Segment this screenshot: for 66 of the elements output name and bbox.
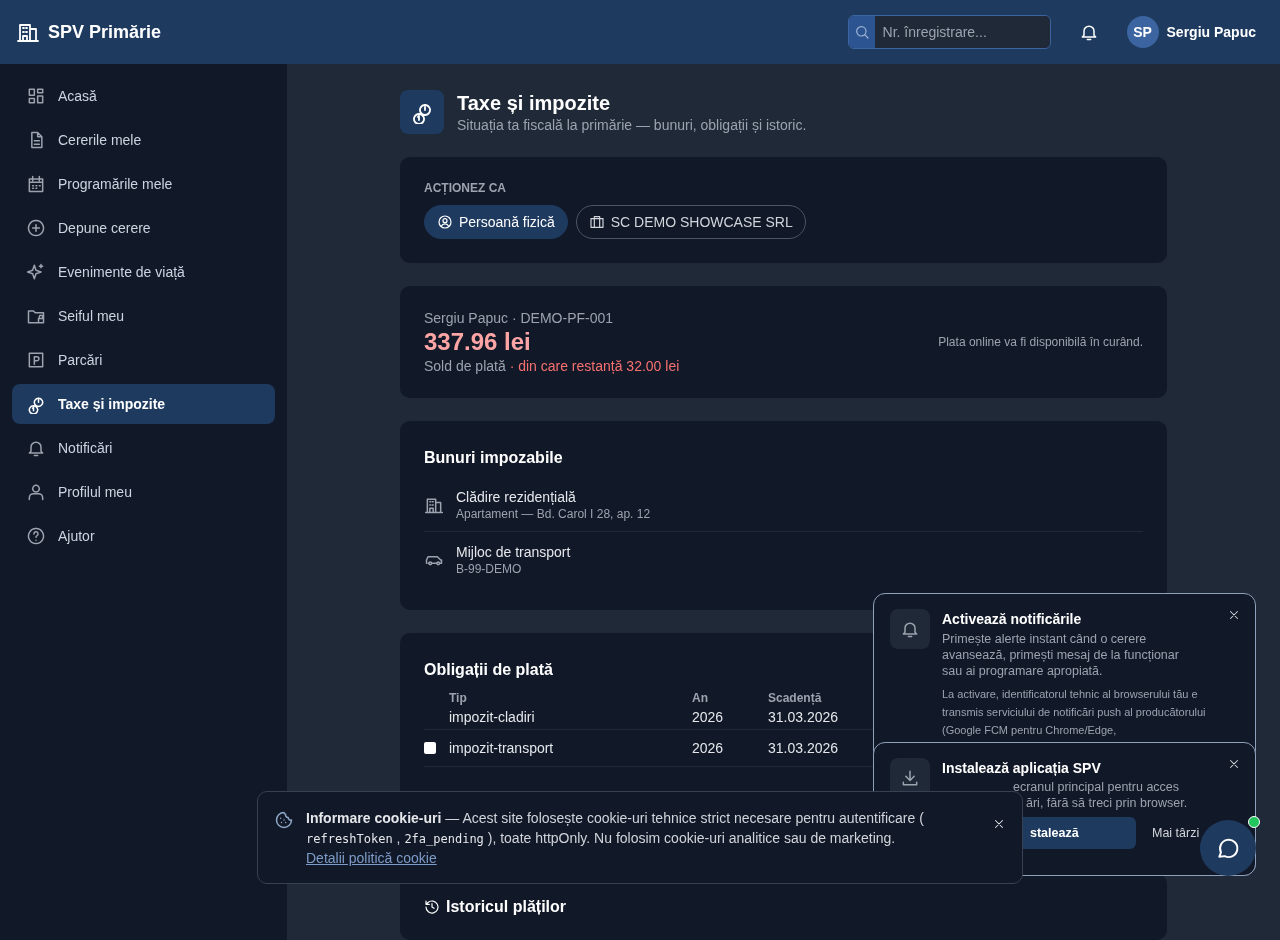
table-cell-text: 2026 xyxy=(692,740,725,756)
calendar-icon xyxy=(26,174,46,194)
cookie-policy-link[interactable]: Detalii politică cookie xyxy=(306,850,437,866)
column-header: Scadență xyxy=(768,691,823,705)
cookie-icon xyxy=(274,810,294,830)
download-icon xyxy=(900,768,920,788)
grid-icon xyxy=(26,86,46,106)
close-icon[interactable] xyxy=(1227,608,1241,622)
balance-caption: Sold de plată · din care restanță 32.00 lei xyxy=(424,358,680,374)
asset-name: Mijloc de transport xyxy=(456,544,571,560)
account-holder: Sergiu Papuc · DEMO-PF-001 xyxy=(424,310,615,326)
column-header: Tip xyxy=(449,691,468,705)
table-cell-text: 2026 xyxy=(692,709,725,725)
section-title: Bunuri impozabile xyxy=(424,449,563,467)
balance-amount: 337.96 lei xyxy=(424,328,532,356)
asset-detail: Apartament — Bd. Carol I 28, ap. 12 xyxy=(456,507,651,521)
close-icon[interactable] xyxy=(1227,757,1241,771)
table-cell-text: 31.03.2026 xyxy=(768,740,840,756)
section-title: Istoricul plăților xyxy=(446,898,566,916)
building-icon xyxy=(424,495,444,515)
table-cell-text: 31.03.2026 xyxy=(768,709,840,725)
prompt-text: ecranul principal pentru acces xyxy=(1012,779,1181,795)
payment-note: Plata online va fi disponibilă în curând. xyxy=(938,335,1143,349)
sidebar-item[interactable]: Seiful meu xyxy=(12,296,275,336)
prompt-text: ări, fără să treci prin browser. xyxy=(1025,795,1189,811)
search-icon xyxy=(853,24,870,40)
parking-icon xyxy=(26,350,46,370)
prompt-text: Primește alerte instant când o cerere avansează, primești mesaj de la funcționar sau ai programare apropiată. xyxy=(942,631,1180,679)
asset-name: Clădire rezidențială xyxy=(456,489,577,505)
page-title: Taxe și impozite xyxy=(457,91,611,115)
sidebar-item[interactable]: Taxe și impozite xyxy=(12,384,275,424)
page-subtitle: Situația ta fiscală la primărie — bunuri, obligații și istoric. xyxy=(457,116,807,133)
briefcase-icon xyxy=(588,214,605,230)
sidebar-item[interactable]: Notificări xyxy=(12,428,275,468)
identity-toggle[interactable]: Persoană fizică xyxy=(424,205,568,239)
sidebar-item[interactable]: Programările mele xyxy=(12,164,275,204)
sparkle-icon xyxy=(26,262,46,282)
prompt-details: La activare, identificatorul tehnic al browserului tău e transmis serviciului de notificări push al producătorului (Google FCM pentru Chrome/Edge, xyxy=(942,687,1207,738)
user-avatar[interactable]: SP xyxy=(1126,16,1159,48)
history-icon xyxy=(424,899,440,915)
table-cell-text: impozit-transport xyxy=(449,740,555,756)
person-icon xyxy=(26,482,46,502)
sidebar-item[interactable]: Parcări xyxy=(12,340,275,380)
sidebar-item[interactable]: Evenimente de viață xyxy=(12,252,275,292)
search-field[interactable]: Nr. înregistrare... xyxy=(847,15,1051,49)
row-checkbox[interactable] xyxy=(424,742,436,754)
asset-detail: B-99-DEMO xyxy=(456,562,523,576)
sidebar-item[interactable]: Profilul meu xyxy=(12,472,275,512)
sidebar-item[interactable]: Ajutor xyxy=(12,516,275,556)
later-button[interactable]: Mai târzi xyxy=(1152,826,1200,840)
close-icon[interactable] xyxy=(992,817,1006,831)
help-icon xyxy=(26,526,46,546)
cookie-notice-text: Informare cookie-uri — Acest site folosește cookie-uri tehnice strict necesare pentru autentificare ( refreshToken , 2fa_pending ), toate httpOnly. Nu folosim cookie-uri analitice sau de marketing. xyxy=(306,809,925,848)
sidebar-item[interactable]: Depune cerere xyxy=(12,208,275,248)
table-cell-text: impozit-cladiri xyxy=(449,709,536,725)
section-title: Obligații de plată xyxy=(424,661,553,679)
user-circle-icon xyxy=(437,214,453,230)
prompt-title: Instalează aplicația SPV xyxy=(942,760,1101,776)
sidebar-item[interactable]: Acasă xyxy=(12,76,275,116)
sidebar-item[interactable]: Cererile mele xyxy=(12,120,275,160)
column-header: An xyxy=(692,691,709,705)
user-name[interactable]: Sergiu Papuc xyxy=(1166,24,1256,40)
prompt-title: Activează notificările xyxy=(942,611,1082,627)
coins-icon xyxy=(26,394,46,414)
section-label: ACȚIONEZ CA xyxy=(424,181,507,195)
app-title: SPV Primărie xyxy=(48,21,162,43)
